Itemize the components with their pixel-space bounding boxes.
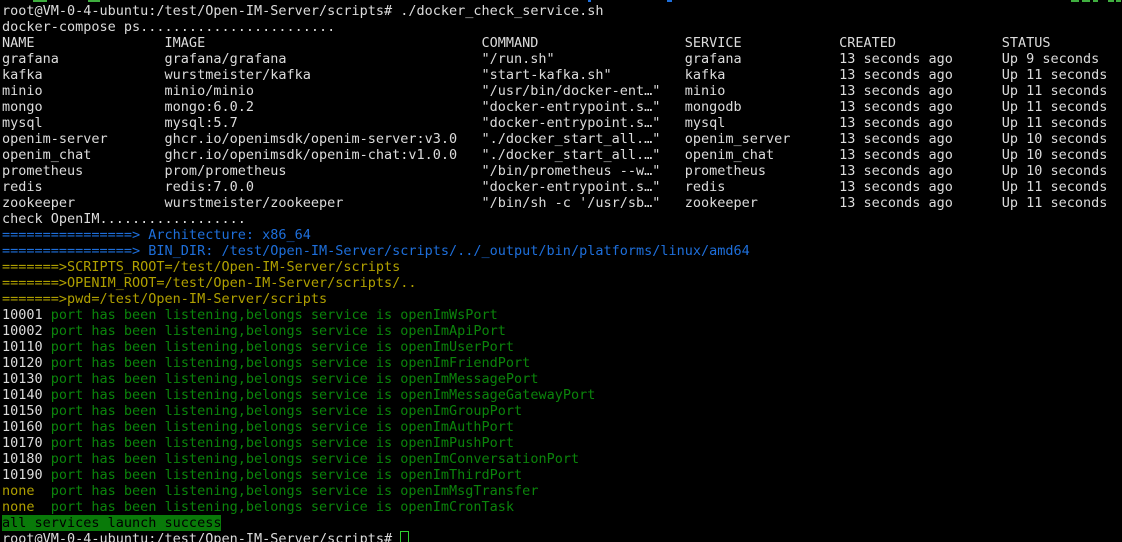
- environment-info-lines: ================> Architecture: x86_64==…: [2, 227, 1122, 307]
- check-openim-status-line: check OpenIM..................: [2, 211, 1122, 227]
- port-check-line: 10160 port has been listening,belongs se…: [2, 419, 1122, 435]
- port-check-line: none port has been listening,belongs ser…: [2, 483, 1122, 499]
- port-number: none: [2, 483, 51, 499]
- table-row: redis redis:7.0.0 "docker-entrypoint.s…"…: [2, 179, 1122, 195]
- port-status-message: port has been listening,belongs service …: [51, 499, 514, 515]
- shell-prompt: root@VM-0-4-ubuntu:/test/Open-IM-Server/…: [2, 3, 392, 19]
- port-status-message: port has been listening,belongs service …: [51, 307, 498, 323]
- final-prompt-line: root@VM-0-4-ubuntu:/test/Open-IM-Server/…: [2, 531, 1122, 542]
- port-check-line: 10150 port has been listening,belongs se…: [2, 403, 1122, 419]
- env-info-line: ================> Architecture: x86_64: [2, 227, 1122, 243]
- port-status-message: port has been listening,belongs service …: [51, 467, 522, 483]
- port-number: 10002: [2, 323, 51, 339]
- table-row: openim-server ghcr.io/openimsdk/openim-s…: [2, 131, 1122, 147]
- port-check-line: 10110 port has been listening,belongs se…: [2, 339, 1122, 355]
- prompt-line: root@VM-0-4-ubuntu:/test/Open-IM-Server/…: [2, 3, 1122, 19]
- env-info-line: =======>pwd=/test/Open-IM-Server/scripts: [2, 291, 1122, 307]
- port-number: 10140: [2, 387, 51, 403]
- port-status-message: port has been listening,belongs service …: [51, 419, 514, 435]
- port-check-line: 10180 port has been listening,belongs se…: [2, 451, 1122, 467]
- port-number: 10190: [2, 467, 51, 483]
- terminal-cursor: [400, 531, 409, 542]
- docker-compose-status-line: docker-compose ps.......................…: [2, 19, 1122, 35]
- success-badge: all services launch success: [2, 515, 221, 531]
- terminal-window[interactable]: root@VM-0-4-ubuntu:/test/Open-IM-Server/…: [0, 0, 1122, 542]
- port-status-message: port has been listening,belongs service …: [51, 371, 539, 387]
- table-row: kafka wurstmeister/kafka "start-kafka.sh…: [2, 67, 1122, 83]
- table-row: zookeeper wurstmeister/zookeeper "/bin/s…: [2, 195, 1122, 211]
- scrollback-remnant: [1082, 0, 1090, 2]
- port-number: 10180: [2, 451, 51, 467]
- scrollback-remnant: [1108, 0, 1114, 2]
- port-status-message: port has been listening,belongs service …: [51, 483, 539, 499]
- scrollback-remnant: [88, 0, 100, 2]
- scrollback-remnant: [1093, 0, 1098, 2]
- docker-ps-table: NAME IMAGE COMMAND SERVICE CREATED STATU…: [2, 35, 1122, 211]
- env-info-line: ================> BIN_DIR: /test/Open-IM…: [2, 243, 1122, 259]
- table-row: prometheus prom/prometheus "/bin/prometh…: [2, 163, 1122, 179]
- port-check-line: 10190 port has been listening,belongs se…: [2, 467, 1122, 483]
- port-number: 10170: [2, 435, 51, 451]
- port-number: 10150: [2, 403, 51, 419]
- shell-prompt: root@VM-0-4-ubuntu:/test/Open-IM-Server/…: [2, 531, 392, 542]
- port-status-message: port has been listening,belongs service …: [51, 403, 522, 419]
- table-header-row: NAME IMAGE COMMAND SERVICE CREATED STATU…: [2, 35, 1122, 51]
- scrollback-remnant: [1071, 0, 1079, 2]
- success-line: all services launch success: [2, 515, 1122, 531]
- scrollback-remnant: [588, 0, 591, 2]
- port-check-line: 10001 port has been listening,belongs se…: [2, 307, 1122, 323]
- port-check-line: 10002 port has been listening,belongs se…: [2, 323, 1122, 339]
- port-status-message: port has been listening,belongs service …: [51, 339, 514, 355]
- port-check-line: 10140 port has been listening,belongs se…: [2, 387, 1122, 403]
- port-number: 10130: [2, 371, 51, 387]
- port-number: 10110: [2, 339, 51, 355]
- table-row: mysql mysql:5.7 "docker-entrypoint.s…" m…: [2, 115, 1122, 131]
- typed-command: ./docker_check_service.sh: [400, 3, 603, 19]
- table-row: grafana grafana/grafana "/run.sh" grafan…: [2, 51, 1122, 67]
- port-number: none: [2, 499, 51, 515]
- port-status-message: port has been listening,belongs service …: [51, 451, 579, 467]
- env-info-line: =======>SCRIPTS_ROOT=/test/Open-IM-Serve…: [2, 259, 1122, 275]
- port-number: 10001: [2, 307, 51, 323]
- table-row: mongo mongo:6.0.2 "docker-entrypoint.s…"…: [2, 99, 1122, 115]
- table-row: openim_chat ghcr.io/openimsdk/openim-cha…: [2, 147, 1122, 163]
- port-status-message: port has been listening,belongs service …: [51, 323, 506, 339]
- port-status-message: port has been listening,belongs service …: [51, 435, 514, 451]
- port-status-message: port has been listening,belongs service …: [51, 387, 596, 403]
- port-check-line: 10130 port has been listening,belongs se…: [2, 371, 1122, 387]
- port-check-lines: 10001 port has been listening,belongs se…: [2, 307, 1122, 515]
- port-status-message: port has been listening,belongs service …: [51, 355, 531, 371]
- port-number: 10120: [2, 355, 51, 371]
- port-number: 10160: [2, 419, 51, 435]
- scrollback-remnant: [33, 0, 47, 2]
- env-info-line: =======>OPENIM_ROOT=/test/Open-IM-Server…: [2, 275, 1122, 291]
- port-check-line: 10120 port has been listening,belongs se…: [2, 355, 1122, 371]
- scrollback-remnant: [1116, 0, 1121, 2]
- port-check-line: none port has been listening,belongs ser…: [2, 499, 1122, 515]
- port-check-line: 10170 port has been listening,belongs se…: [2, 435, 1122, 451]
- scrollback-remnant: [667, 0, 672, 2]
- table-row: minio minio/minio "/usr/bin/docker-ent…"…: [2, 83, 1122, 99]
